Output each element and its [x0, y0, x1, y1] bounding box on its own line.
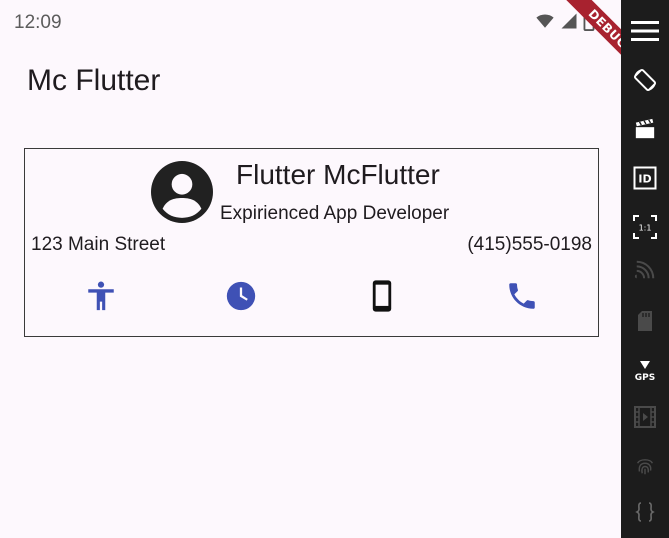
card-role: Expirienced App Developer: [220, 203, 450, 224]
scale-icon[interactable]: 1:1: [621, 207, 669, 247]
status-time: 12:09: [14, 12, 62, 33]
smartphone-icon[interactable]: [365, 279, 399, 313]
app-bar-title: Mc Flutter: [27, 64, 161, 97]
rotate-icon[interactable]: [621, 60, 669, 100]
cast-icon[interactable]: [621, 250, 669, 290]
menu-icon[interactable]: [621, 11, 669, 51]
status-icons: [535, 11, 595, 31]
emulator-toolbar: ID 1:1 GPS: [621, 0, 669, 538]
wifi-icon: [536, 14, 554, 28]
device-screen: 12:09 Mc Flutter Flutter McFlutter Expir…: [0, 0, 627, 538]
id-label: ID: [638, 173, 651, 186]
battery-icon: [583, 11, 595, 31]
cell-signal-icon: [561, 13, 577, 29]
card-phone: (415)555-0198: [467, 234, 592, 255]
contact-card: Flutter McFlutter Expirienced App Develo…: [24, 148, 599, 337]
id-icon[interactable]: ID: [621, 158, 669, 198]
gps-label: GPS: [635, 373, 655, 382]
phone-icon[interactable]: [505, 279, 539, 313]
braces-icon[interactable]: [621, 492, 669, 532]
sd-card-icon[interactable]: [621, 301, 669, 341]
card-address: 123 Main Street: [31, 234, 166, 255]
clock-icon[interactable]: [224, 279, 258, 313]
account-circle-icon: [151, 161, 213, 223]
status-bar: 12:09: [0, 0, 621, 44]
scale-label: 1:1: [639, 224, 652, 233]
gps-icon[interactable]: GPS: [621, 350, 669, 390]
fingerprint-icon[interactable]: [621, 446, 669, 486]
card-name: Flutter McFlutter: [236, 159, 440, 190]
video-icon[interactable]: [621, 397, 669, 437]
screen-record-icon[interactable]: [621, 109, 669, 149]
accessibility-icon[interactable]: [84, 279, 118, 313]
